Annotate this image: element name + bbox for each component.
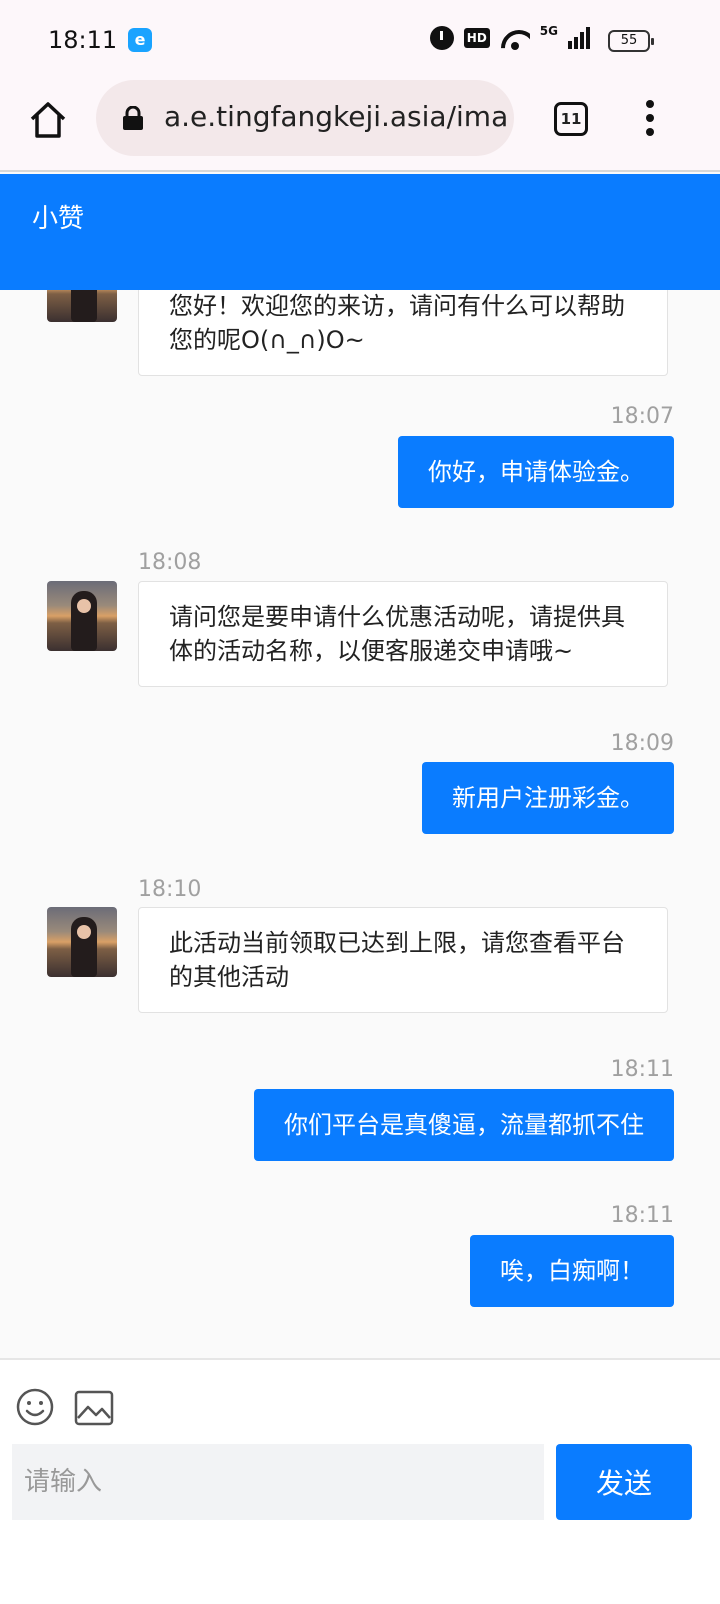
message-time: 18:09 <box>610 731 674 756</box>
battery-icon: 55 <box>608 30 654 52</box>
chat-message-list[interactable]: 您好！欢迎您的来访，请问有什么可以帮助您的呢O(∩_∩)O~ 18:07 你好，… <box>0 290 720 1358</box>
more-menu-icon[interactable] <box>642 100 658 140</box>
image-upload-icon[interactable] <box>74 1390 114 1426</box>
signal-icon <box>568 27 590 49</box>
outgoing-message: 你们平台是真傻逼，流量都抓不住 <box>254 1089 674 1161</box>
status-time: 18:11 <box>48 26 118 54</box>
agent-avatar <box>47 581 117 651</box>
agent-avatar <box>47 290 117 322</box>
network-type-label: 5G <box>539 24 558 38</box>
message-input[interactable] <box>12 1444 544 1520</box>
send-button[interactable]: 发送 <box>556 1444 692 1520</box>
alarm-icon <box>429 26 454 50</box>
chat-header: 小赞 <box>0 174 720 290</box>
hd-icon: HD <box>463 28 490 48</box>
lock-icon <box>123 106 143 130</box>
home-icon[interactable] <box>28 100 68 140</box>
message-time: 18:10 <box>138 877 202 902</box>
chat-title: 小赞 <box>32 204 85 234</box>
incoming-message: 请问您是要申请什么优惠活动呢，请提供具体的活动名称，以便客服递交申请哦~ <box>138 581 668 687</box>
outgoing-message: 新用户注册彩金。 <box>422 762 674 834</box>
message-time: 18:11 <box>610 1203 674 1228</box>
address-bar[interactable]: a.e.tingfangkeji.asia/ima <box>96 80 514 156</box>
message-time: 18:11 <box>610 1057 674 1082</box>
message-composer: 发送 <box>0 1358 720 1604</box>
message-time: 18:08 <box>138 550 202 575</box>
outgoing-message: 唉，白痴啊！ <box>470 1235 674 1307</box>
app-notification-icon: e <box>128 28 152 52</box>
agent-avatar <box>47 907 117 977</box>
status-icons: HD 5G <box>429 24 590 50</box>
outgoing-message: 你好，申请体验金。 <box>398 436 674 508</box>
message-time: 18:07 <box>610 404 674 429</box>
url-text: a.e.tingfangkeji.asia/ima <box>164 100 509 133</box>
emoji-icon[interactable] <box>16 1388 54 1426</box>
incoming-message: 您好！欢迎您的来访，请问有什么可以帮助您的呢O(∩_∩)O~ <box>138 290 668 376</box>
browser-toolbar: a.e.tingfangkeji.asia/ima 11 <box>0 80 720 172</box>
tab-switcher-button[interactable]: 11 <box>554 102 588 136</box>
wifi-icon <box>500 26 530 50</box>
incoming-message: 此活动当前领取已达到上限，请您查看平台的其他活动 <box>138 907 668 1013</box>
battery-level: 55 <box>608 30 654 52</box>
status-bar: 18:11 e HD 5G 55 <box>0 0 720 80</box>
